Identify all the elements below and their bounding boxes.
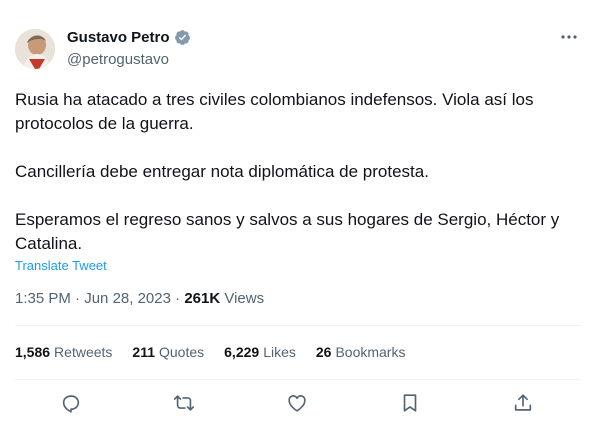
- like-icon[interactable]: [284, 390, 310, 416]
- views-count: 261K: [184, 290, 221, 307]
- bookmark-icon[interactable]: [397, 390, 423, 416]
- quotes-label: Quotes: [159, 344, 205, 360]
- share-icon[interactable]: [510, 390, 536, 416]
- author-handle[interactable]: @petrogustavo: [67, 51, 169, 68]
- likes-label: Likes: [263, 344, 296, 360]
- bookmarks-label: Bookmarks: [335, 344, 406, 360]
- retweets-stat[interactable]: 1,586 Retweets: [15, 344, 112, 360]
- verified-badge-icon: [174, 29, 191, 46]
- divider: [15, 325, 581, 326]
- retweets-count: 1,586: [15, 344, 51, 360]
- tweet-text: Rusia ha atacado a tres civiles colombia…: [15, 90, 560, 253]
- avatar-image: [15, 29, 55, 69]
- tweet-date[interactable]: Jun 28, 2023: [84, 290, 171, 307]
- retweet-icon[interactable]: [171, 390, 197, 416]
- reply-icon[interactable]: [58, 390, 84, 416]
- divider: [15, 379, 581, 380]
- retweets-label: Retweets: [54, 344, 113, 360]
- tweet-stats: 1,586 Retweets 211 Quotes 6,229 Likes 26 Boo…: [15, 344, 425, 360]
- quotes-stat[interactable]: 211 Quotes: [132, 344, 204, 360]
- likes-stat[interactable]: 6,229 Likes: [224, 344, 296, 360]
- quotes-count: 211: [132, 344, 155, 360]
- bookmarks-stat[interactable]: 26 Bookmarks: [316, 344, 406, 360]
- tweet-card: Gustavo Petro @petrogustavo Rusia ha ata…: [0, 0, 593, 426]
- bookmarks-count: 26: [315, 344, 332, 360]
- author-name-row: Gustavo Petro: [67, 29, 191, 46]
- tweet-metadata: 1:35 PM · Jun 28, 2023 · 261K Views: [15, 290, 265, 307]
- views-label: Views: [224, 290, 265, 307]
- author-name[interactable]: Gustavo Petro: [67, 29, 170, 46]
- tweet-time[interactable]: 1:35 PM: [15, 290, 71, 307]
- likes-count: 6,229: [224, 344, 260, 360]
- translate-tweet-link[interactable]: Translate Tweet: [15, 258, 107, 273]
- action-bar: [0, 390, 593, 418]
- avatar[interactable]: [15, 29, 55, 69]
- more-options-icon[interactable]: [559, 27, 579, 47]
